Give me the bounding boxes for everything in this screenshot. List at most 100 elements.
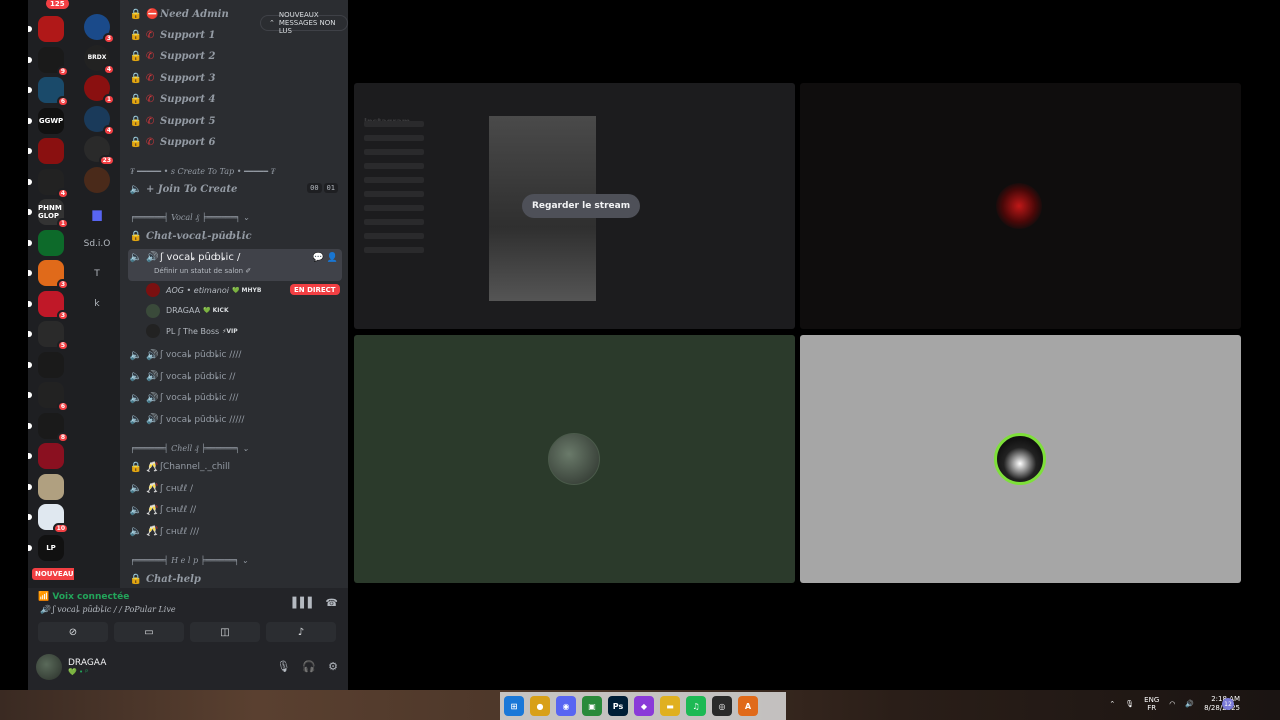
avatar[interactable] <box>146 303 160 318</box>
server-icon[interactable]: 3 <box>28 290 69 321</box>
camera-off-button[interactable]: ⊘ <box>38 622 108 642</box>
taskbar-app[interactable]: ◎ <box>712 696 732 716</box>
channel-voice[interactable]: 🔈 🔊 ʃ vocaȴ pȗȸȴic // <box>128 367 342 387</box>
channel-chill[interactable]: 🔒 🥂 ʃChannel_._chill <box>128 457 342 477</box>
channel-chill[interactable]: 🔈 🥂 ʃ cнιℓℓ / <box>128 479 342 499</box>
channel-voice[interactable]: 🔈 🔊 ʃ vocaȴ pȗȸȴic ///// <box>128 410 342 430</box>
server-icon[interactable]: 6 <box>28 382 69 412</box>
channel-support[interactable]: 🔒 ✆ Support 3 <box>128 68 342 88</box>
avatar[interactable] <box>146 283 160 297</box>
channel-join-to-create[interactable]: 🔈 + Join To Create 00 01 <box>128 179 342 199</box>
folder-server-icon[interactable]: 1 <box>84 75 115 105</box>
channel-support[interactable]: 🔒 ✆ Support 2 <box>128 47 342 67</box>
folder-server-icon[interactable]: BRDX 4 <box>84 44 115 75</box>
voice-lock-icon: 🔈 <box>129 483 143 494</box>
folder-icon[interactable]: ▆ <box>84 201 110 227</box>
server-icon[interactable]: LP <box>28 534 64 561</box>
taskbar-app[interactable]: A <box>738 696 758 716</box>
channel-support[interactable]: 🔒 ✆ Support 1 <box>128 25 342 45</box>
voice-lock-icon: 🔈 <box>129 392 143 404</box>
taskbar-app[interactable]: Ps <box>608 696 628 716</box>
chevron-up-icon[interactable]: ⌃ <box>1109 700 1115 708</box>
taskbar-app[interactable]: ● <box>530 696 550 716</box>
channel-label: Support 5 <box>160 115 216 127</box>
channel-chat-help[interactable]: 🔒 Chat-help <box>128 569 342 588</box>
taskbar-app[interactable]: ♫ <box>686 696 706 716</box>
category-chill[interactable]: ╒══════╡ Chell ₰ ╞══════╕ ⌄ <box>130 444 249 453</box>
server-icon[interactable]: 10 <box>28 504 69 534</box>
channel-chill[interactable]: 🔈 🥂 ʃ cнιℓℓ // <box>128 500 342 520</box>
channel-status[interactable]: Définir un statut de salon ✐ <box>154 267 251 275</box>
category-create[interactable]: ₮ ━━━━━ • ꜱ Create To Tap • ━━━━━ ₮ <box>130 167 275 176</box>
taskbar-apps: ⊞ ● ◉ ▣ Ps ◆ ▬ ♫ ◎ A <box>500 692 786 720</box>
wifi-icon[interactable]: ◠ <box>1169 700 1175 708</box>
soundboard-button[interactable]: ♪ <box>266 622 336 642</box>
server-icon[interactable] <box>28 229 64 256</box>
volume-icon[interactable]: 🔊 <box>1185 700 1194 708</box>
new-pill[interactable]: NOUVEAU <box>32 568 77 580</box>
participant-tile-2[interactable] <box>354 335 795 583</box>
channel-support[interactable]: 🔒 ✆ Support 6 <box>128 133 342 153</box>
channel-voice[interactable]: 🔈 🔊 ʃ vocaȴ pȗȸȴic //// <box>128 345 342 365</box>
screen-share-button[interactable]: ▭ <box>114 622 184 642</box>
taskbar-app[interactable]: ▬ <box>660 696 680 716</box>
microphone-icon[interactable]: 🎙 <box>276 660 290 673</box>
user-area[interactable]: DRAGAA 💚 • ᵖ <box>36 654 106 680</box>
server-icon[interactable] <box>28 138 64 164</box>
category-help[interactable]: ╒══════╡ H e l p ╞══════╕ ⌄ <box>130 556 248 565</box>
server-icon[interactable] <box>28 351 64 378</box>
channel-chill[interactable]: 🔈 🥂 ʃ cнιℓℓ /// <box>128 522 342 542</box>
voice-user[interactable]: DRAGAA 💚 KICK <box>146 302 229 320</box>
channel-voice[interactable]: 🔈 🔊 ʃ vocaȴ pȗȸȴic /// <box>128 388 342 408</box>
stream-tile-instagram[interactable]: Instagram Regarder le stream <box>354 83 795 329</box>
channel-support[interactable]: 🔒 ✆ Support 5 <box>128 111 342 131</box>
headphones-icon[interactable]: 🎧 <box>302 660 316 673</box>
language-switcher[interactable]: ENG FR <box>1144 696 1159 712</box>
gear-icon[interactable]: ⚙ <box>328 660 338 673</box>
noise-suppression-icon[interactable]: ▌▌▌ <box>292 598 315 609</box>
server-icon[interactable]: 8 <box>28 412 69 443</box>
microphone-icon[interactable]: 🎙 <box>1125 700 1134 708</box>
server-icon[interactable]: 5 <box>28 321 69 351</box>
voice-user[interactable]: PL ʃ The Boss ⚡VIP <box>146 322 238 340</box>
server-icon[interactable]: 6 <box>28 77 69 107</box>
channel-support[interactable]: 🔒 ✆ Support 4 <box>128 90 342 110</box>
activity-button[interactable]: ◫ <box>190 622 260 642</box>
chat-and-add-user-icons[interactable]: 💬 👤 <box>313 253 338 263</box>
avatar[interactable] <box>36 654 62 680</box>
server-icon[interactable]: 9 <box>28 46 69 77</box>
server-icon[interactable]: GGWP <box>28 107 64 134</box>
server-icon[interactable] <box>28 443 64 469</box>
taskbar-app[interactable]: ◉ <box>556 696 576 716</box>
channel-label: ʃ vocaȴ pȗȸȴic // <box>160 371 236 382</box>
voice-status[interactable]: 📶 Voix connectée <box>38 592 129 602</box>
folder-server-icon[interactable]: 4 <box>84 105 115 136</box>
server-text-icon[interactable]: Sd.i.O <box>84 231 111 257</box>
unread-indicator <box>28 148 32 154</box>
category-vocal[interactable]: ╒══════╡ Vocal ₰ ╞══════╕ ⌄ <box>130 213 250 222</box>
taskbar-app[interactable]: ⊞ <box>504 696 524 716</box>
server-icon[interactable]: PHNM GLOP 1 <box>28 199 69 229</box>
voice-channel-name[interactable]: 🔊 ʃ vocaȴ pȗȸȴic / / PoPular Live <box>40 605 176 614</box>
server-icon[interactable] <box>28 473 64 500</box>
server-text-icon[interactable]: T <box>84 261 110 287</box>
taskbar-app[interactable]: ◆ <box>634 696 654 716</box>
folder-server-icon[interactable]: 23 <box>84 136 115 166</box>
watch-stream-button[interactable]: Regarder le stream <box>522 194 641 218</box>
channel-active-voice[interactable]: 🔈 🔊 ʃ vocaȴ pȗȸȴic / Définir un statut d… <box>128 249 342 281</box>
folder-server-icon[interactable]: 3 <box>84 14 115 44</box>
server-icon[interactable]: 3 <box>28 260 69 290</box>
disconnect-icon[interactable]: ☎ <box>326 598 338 609</box>
server-icon[interactable]: 4 <box>28 168 69 199</box>
folder-server-icon[interactable] <box>84 166 110 193</box>
channel-chat-vocal[interactable]: 🔒 Chat-vocaȴ-pȗȸȴic <box>128 226 342 246</box>
voice-user[interactable]: AOG • etimanoi 💚 MHYB <box>146 281 261 299</box>
notification-badge[interactable]: 12 <box>1222 698 1234 710</box>
participant-tile-1[interactable] <box>800 83 1241 329</box>
server-initials: BRDX <box>87 54 107 61</box>
avatar[interactable] <box>146 324 160 338</box>
participant-tile-3[interactable] <box>800 335 1241 583</box>
server-text-icon[interactable]: k <box>84 291 110 317</box>
taskbar-app[interactable]: ▣ <box>582 696 602 716</box>
server-icon[interactable] <box>28 16 64 42</box>
